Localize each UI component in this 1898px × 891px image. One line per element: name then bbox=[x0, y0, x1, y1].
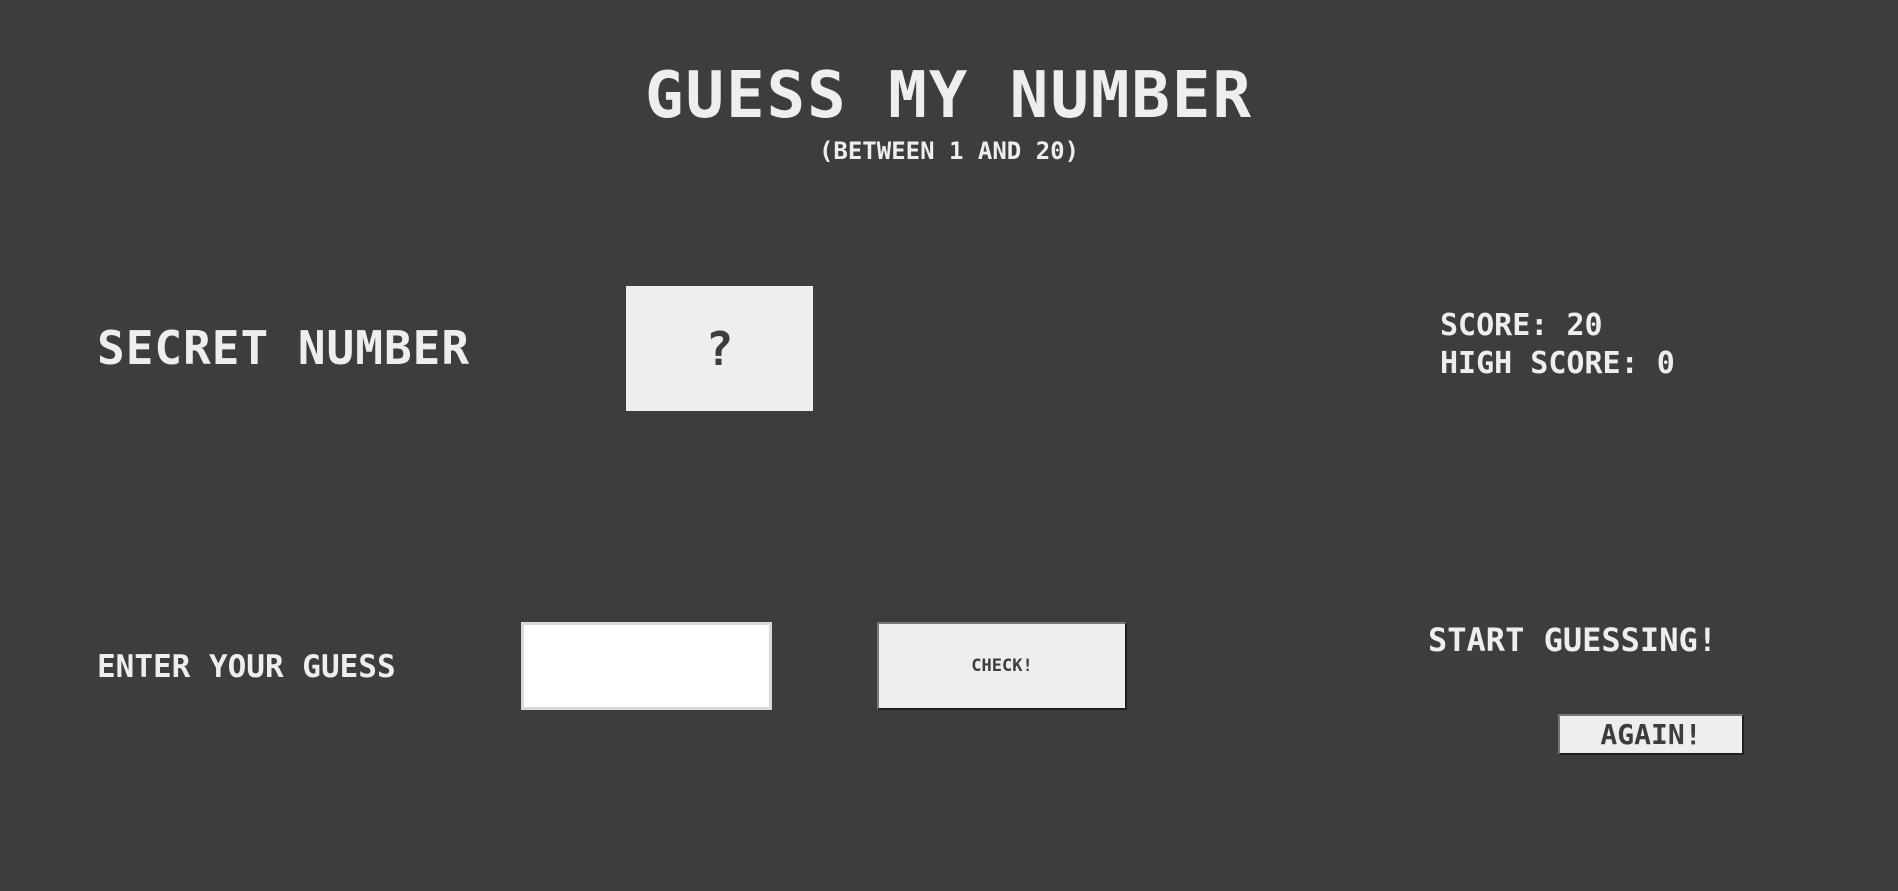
range-subtitle: (BETWEEN 1 AND 20) bbox=[818, 137, 1080, 165]
score-display: SCORE: 20 bbox=[1440, 307, 1603, 345]
page-title: GUESS MY NUMBER bbox=[645, 59, 1253, 133]
score-value: 20 bbox=[1566, 308, 1603, 343]
check-button[interactable]: CHECK! bbox=[877, 622, 1127, 710]
secret-number-label: SECRET NUMBER bbox=[97, 321, 471, 375]
high-score-value: 0 bbox=[1656, 346, 1675, 381]
score-label: SCORE: bbox=[1440, 308, 1549, 343]
high-score-label: HIGH SCORE: bbox=[1440, 346, 1639, 381]
guess-input[interactable] bbox=[521, 622, 772, 710]
again-button[interactable]: AGAIN! bbox=[1558, 714, 1744, 755]
status-message: START GUESSING! bbox=[1428, 621, 1717, 659]
guess-input-label: ENTER YOUR GUESS bbox=[97, 649, 396, 685]
secret-number-box: ? bbox=[626, 286, 813, 411]
high-score-display: HIGH SCORE: 0 bbox=[1440, 345, 1675, 383]
secret-number-value: ? bbox=[705, 321, 734, 376]
